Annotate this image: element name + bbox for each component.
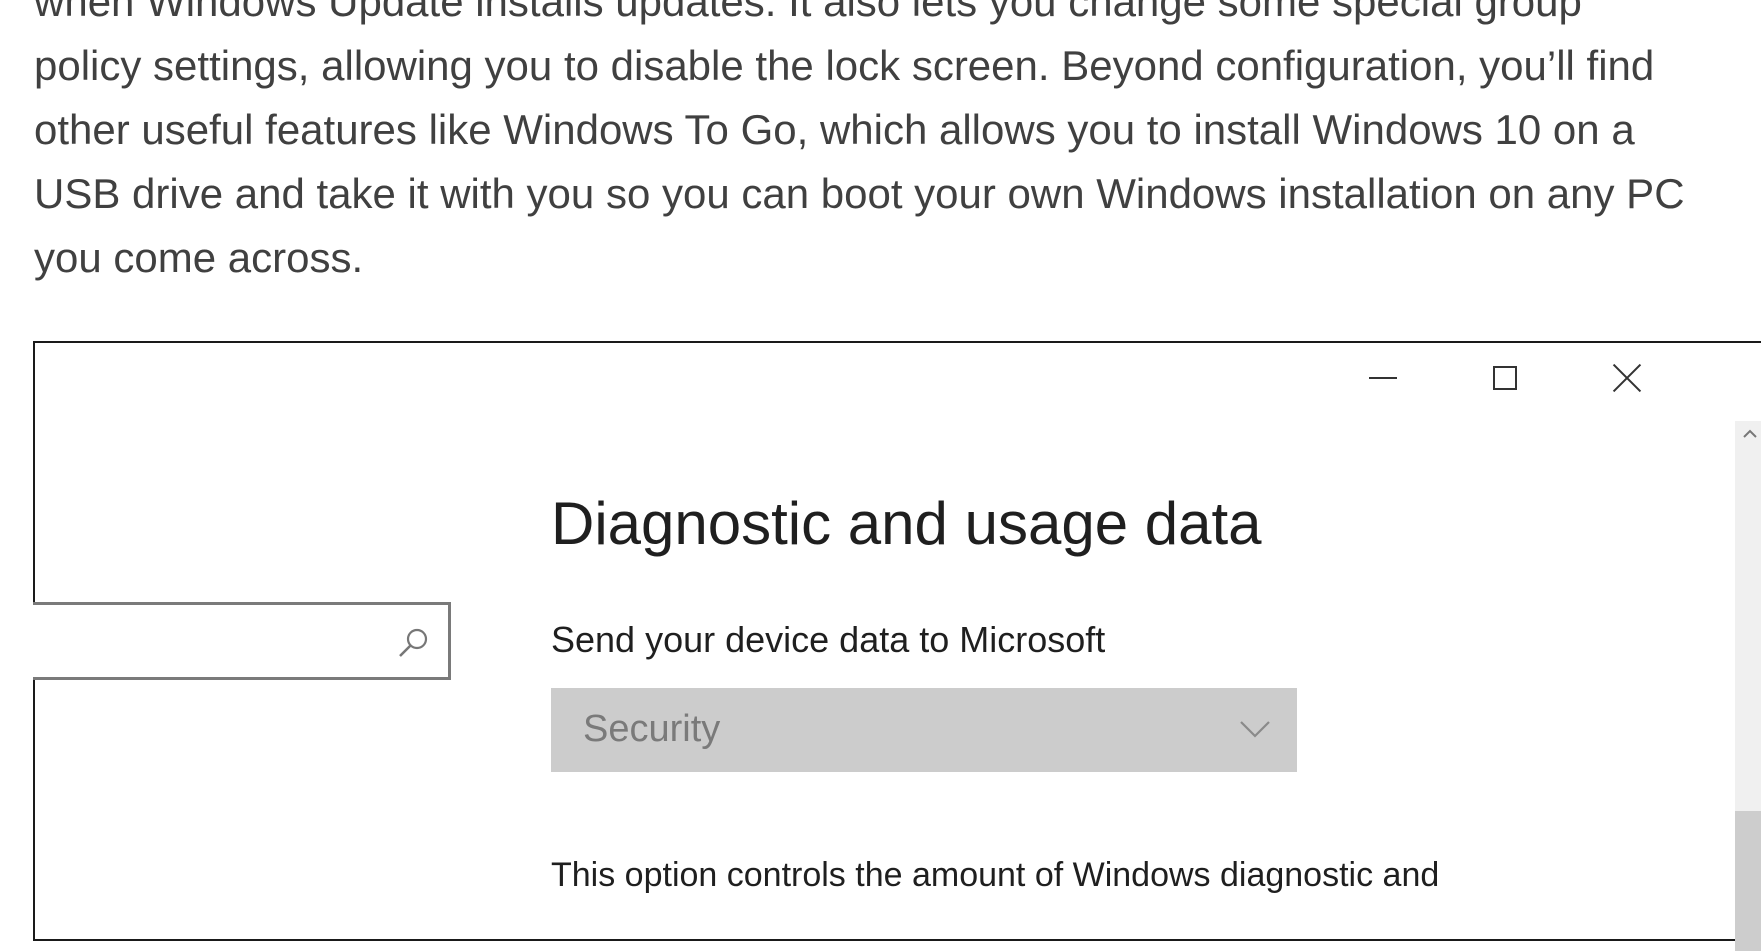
article-line: policy settings, allowing you to disable… [34,42,1655,89]
minimize-button[interactable] [1353,353,1413,403]
article-line: USB drive and take it with you so you ca… [34,170,1685,217]
article-line: when Windows Update installs updates. It… [34,0,1582,25]
send-data-label: Send your device data to Microsoft [551,619,1106,660]
scrollbar-thumb[interactable] [1735,811,1761,951]
minimize-icon [1369,377,1397,379]
chevron-up-icon[interactable] [1739,423,1761,445]
diagnostic-description: This option controls the amount of Windo… [551,856,1440,894]
search-box[interactable] [33,602,451,680]
chevron-down-icon [1240,721,1270,738]
close-button[interactable] [1597,353,1657,403]
close-icon [1612,363,1642,393]
article-text: when Windows Update installs updates. It… [34,0,1761,290]
maximize-button[interactable] [1475,353,1535,403]
maximize-icon [1493,366,1517,390]
diagnostic-level-dropdown[interactable]: Security [551,688,1297,772]
page-title: Diagnostic and usage data [551,490,1262,557]
search-input[interactable] [33,605,393,677]
dropdown-selected-value: Security [583,708,721,750]
settings-window-screenshot: Diagnostic and usage data Send your devi… [33,341,1761,951]
search-icon[interactable] [396,626,430,660]
article-line: you come across. [34,234,364,281]
article-line: other useful features like Windows To Go… [34,106,1635,153]
